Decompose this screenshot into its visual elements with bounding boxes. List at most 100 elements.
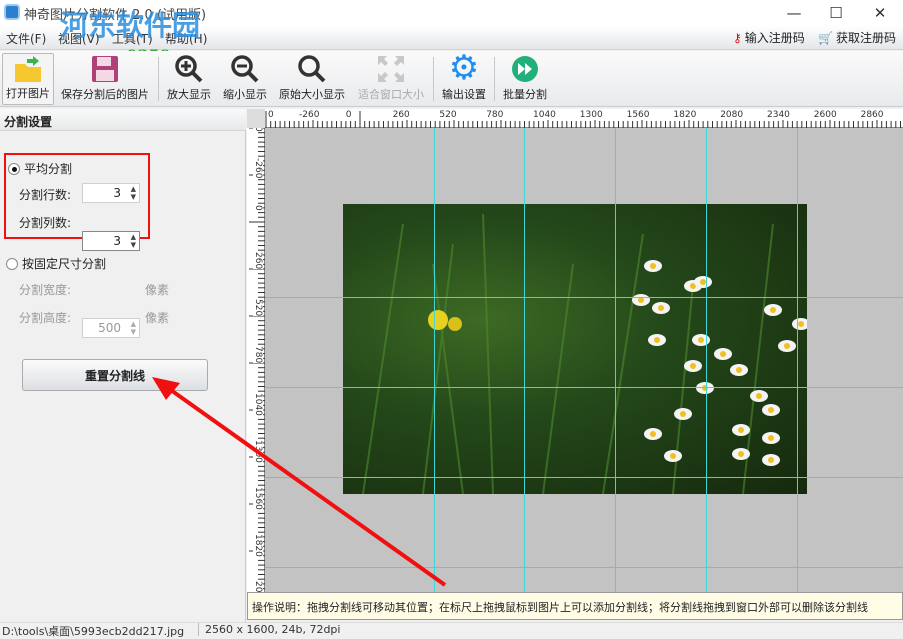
image-canvas[interactable]	[265, 128, 903, 592]
width-stepper[interactable]: 500 ▲ ▼	[82, 318, 140, 338]
rows-value: 3	[113, 186, 121, 200]
batch-split-label: 批量分割	[503, 88, 547, 101]
daisy-center	[736, 367, 742, 373]
panel-title: 分割设置	[0, 109, 246, 131]
batch-split-button[interactable]: 批量分割	[498, 53, 552, 105]
ruler-corner	[247, 109, 265, 128]
maximize-button[interactable]: ☐	[816, 0, 856, 26]
daisy-center	[650, 431, 656, 437]
vertical-ruler[interactable]: 0-260026052078010401300156018202080	[247, 126, 265, 604]
get-code-link[interactable]: 🛒 获取注册码	[818, 29, 896, 46]
ruler-label: 1300	[579, 110, 603, 120]
key-icon: ⚷	[733, 30, 742, 45]
zoom-in-button[interactable]: 放大显示	[162, 53, 216, 105]
batch-icon	[509, 53, 541, 84]
daisy-center	[680, 411, 686, 417]
ruler-label: 0	[268, 110, 274, 120]
ruler-label: 520	[253, 299, 263, 317]
open-image-label: 打开图片	[6, 87, 50, 100]
gear-icon: ⚙	[448, 48, 480, 88]
zoom-in-icon	[173, 53, 205, 84]
spin-arrows-icon[interactable]: ▲▼	[131, 185, 136, 201]
cart-icon: 🛒	[818, 30, 833, 45]
fit-window-icon	[375, 53, 407, 84]
split-line-horizontal[interactable]	[265, 477, 903, 478]
even-split-radio[interactable]: 平均分割	[8, 160, 72, 177]
daisy-center	[658, 305, 664, 311]
rows-stepper[interactable]: 3 ▲ ▼	[82, 183, 140, 203]
minimize-button[interactable]: —	[774, 0, 814, 26]
status-image-info: 2560 x 1600, 24b, 72dpi	[198, 623, 340, 636]
ruler-label: 520	[439, 110, 457, 120]
reset-lines-button[interactable]: 重置分割线	[22, 359, 208, 391]
zoom-out-icon	[229, 53, 261, 84]
output-settings-button[interactable]: ⚙ 输出设置	[437, 48, 491, 105]
cols-value: 3	[113, 234, 121, 248]
menu-file[interactable]: 文件(F)	[6, 30, 46, 47]
daisy-center	[768, 457, 774, 463]
daisy-center	[738, 427, 744, 433]
split-line-vertical[interactable]	[706, 128, 707, 592]
operation-hint: 操作说明：拖拽分割线可移动其位置；在标尺上拖拽鼠标到图片上可以添加分割线；将分割…	[247, 592, 903, 620]
zoom-out-label: 缩小显示	[223, 88, 267, 101]
zoom-out-button[interactable]: 缩小显示	[218, 53, 272, 105]
ruler-label: 0	[345, 110, 352, 120]
save-split-label: 保存分割后的图片	[61, 88, 149, 101]
open-folder-icon	[12, 54, 44, 83]
ruler-label: 780	[253, 346, 263, 364]
split-line-horizontal[interactable]	[265, 567, 903, 568]
even-split-label: 平均分割	[24, 162, 73, 176]
get-code-label: 获取注册码	[835, 31, 896, 45]
close-button[interactable]: ✕	[860, 0, 900, 26]
daisy-center	[698, 337, 704, 343]
ruler-label: 260	[392, 110, 410, 120]
daisy-center	[798, 321, 804, 327]
spin-arrows-icon[interactable]: ▲▼	[131, 320, 136, 336]
split-line-vertical[interactable]	[524, 128, 525, 592]
ruler-label: 1820	[253, 534, 263, 557]
split-line-vertical[interactable]	[615, 128, 616, 592]
split-line-horizontal[interactable]	[265, 297, 903, 298]
split-line-horizontal[interactable]	[265, 387, 903, 388]
enter-code-link[interactable]: ⚷ 输入注册码	[733, 29, 805, 46]
split-line-vertical[interactable]	[797, 128, 798, 592]
save-icon	[89, 53, 121, 84]
ruler-label: -260	[299, 110, 320, 120]
save-split-button[interactable]: 保存分割后的图片	[56, 53, 154, 105]
cols-stepper[interactable]: 3 ▲ ▼	[82, 231, 140, 251]
ruler-label: -260	[253, 158, 263, 179]
ruler-label: 260	[253, 252, 263, 270]
radio-icon	[6, 257, 18, 270]
daisy-center	[770, 307, 776, 313]
fixed-split-label: 按固定尺寸分割	[22, 257, 107, 271]
daisy-center	[768, 435, 774, 441]
toolbar-divider	[433, 57, 434, 101]
open-image-button[interactable]: 打开图片	[2, 53, 54, 105]
radio-icon	[8, 162, 20, 175]
toolbar-divider	[158, 57, 159, 101]
height-unit: 像素	[145, 311, 170, 325]
ruler-label: 1560	[626, 110, 650, 120]
ruler-label: 2600	[813, 110, 837, 120]
rows-label: 分割行数:	[19, 188, 72, 202]
daisy-center	[702, 385, 708, 391]
daisy-center	[654, 337, 660, 343]
spin-arrows-icon[interactable]: ▲▼	[131, 233, 136, 249]
fixed-split-radio[interactable]: 按固定尺寸分割	[6, 255, 106, 272]
daisy-center	[720, 351, 726, 357]
original-size-button[interactable]: 原始大小显示	[274, 53, 350, 105]
status-bar: D:\tools\桌面\5993ecb2dd217.jpg 2560 x 160…	[0, 622, 903, 638]
split-line-vertical[interactable]	[434, 128, 435, 592]
horizontal-ruler[interactable]: 0 -260 0 260 520 780 1040 1300 1560 1820 2080 2340 2…	[247, 109, 903, 128]
enter-code-label: 输入注册码	[744, 31, 805, 45]
width-unit: 像素	[145, 283, 170, 297]
ruler-label: 2340	[767, 110, 790, 120]
cols-label: 分割列数:	[19, 216, 72, 230]
daisy-center	[784, 343, 790, 349]
ruler-label: 0	[253, 205, 263, 211]
fit-window-button[interactable]: 适合窗口大小	[352, 53, 430, 105]
ruler-label: 1040	[253, 393, 263, 416]
ruler-label: 1040	[533, 110, 556, 120]
toolbar-divider	[494, 57, 495, 101]
ruler-label: 1300	[253, 440, 263, 463]
